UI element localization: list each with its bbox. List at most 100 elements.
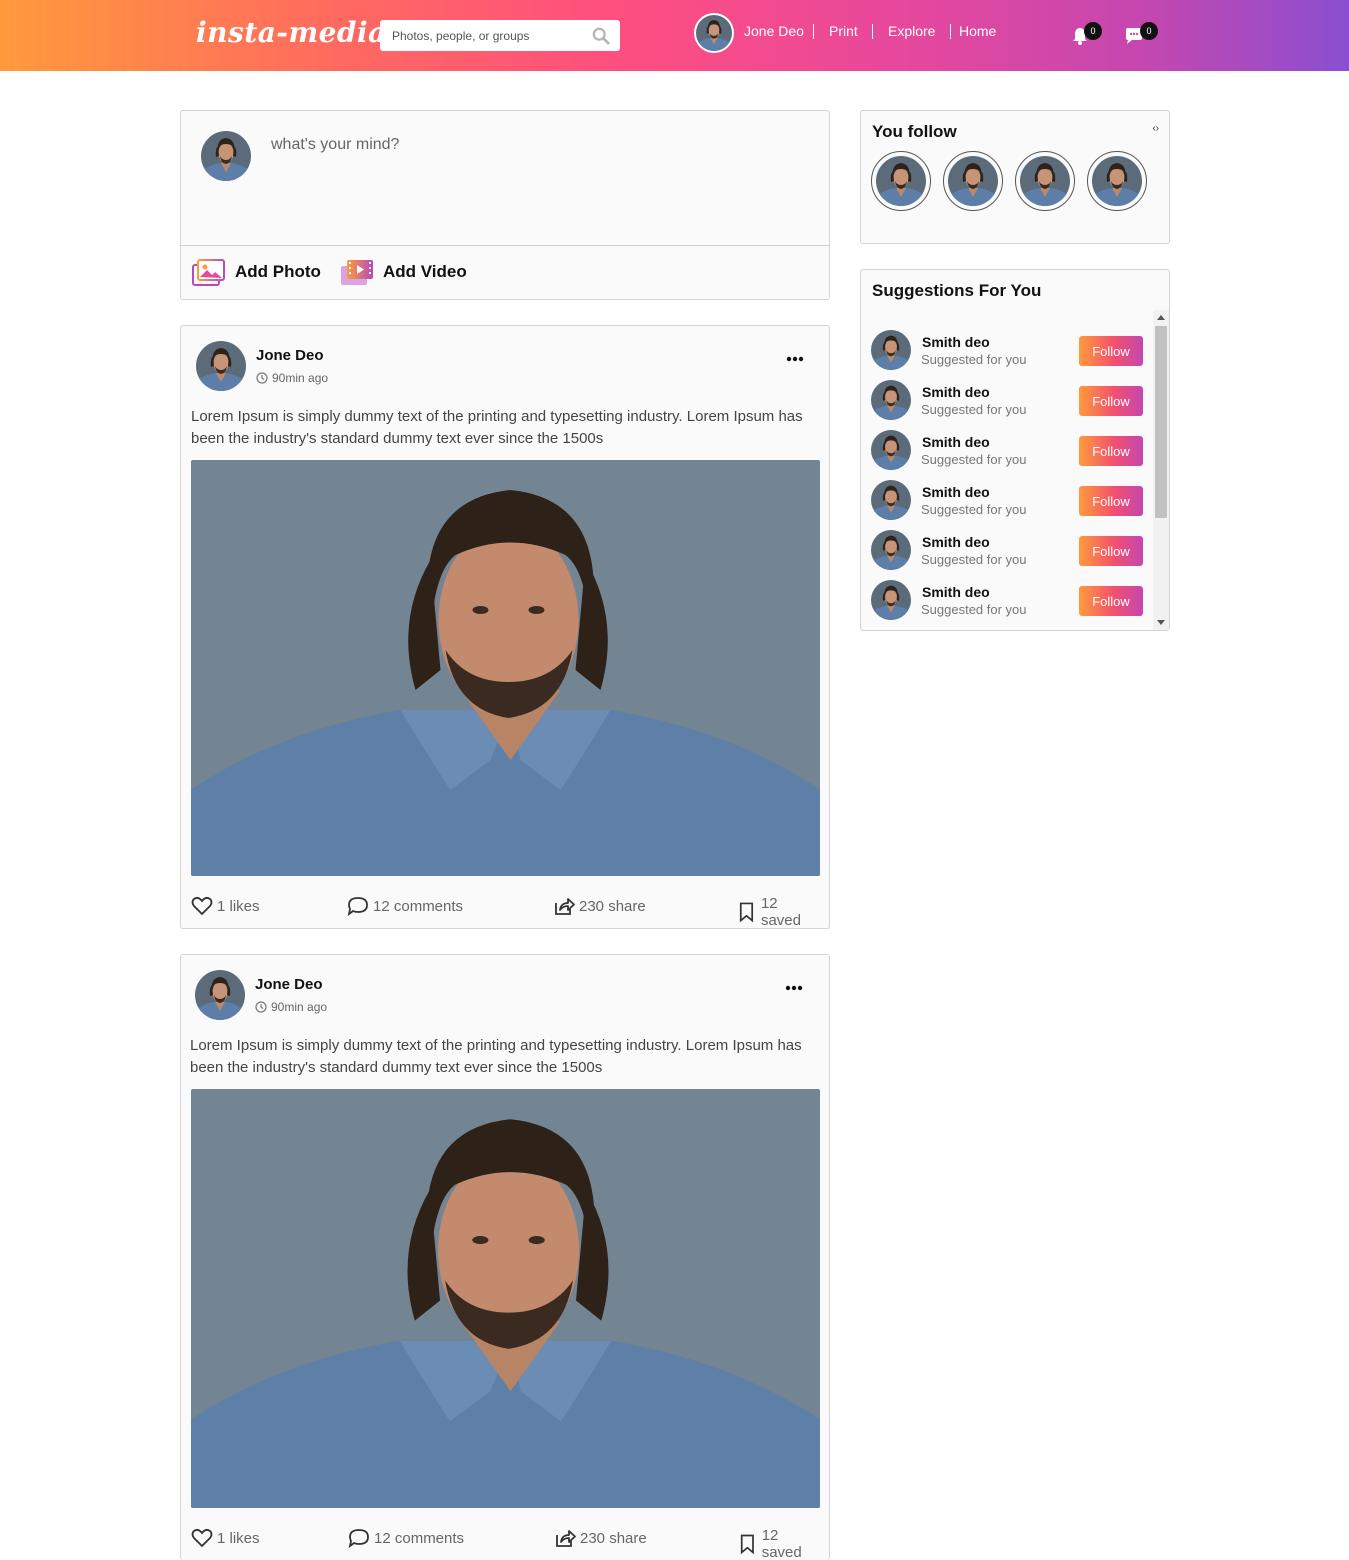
suggestion-avatar[interactable] (871, 480, 911, 520)
heart-icon (191, 1528, 213, 1548)
scrollbar-thumb[interactable] (1155, 326, 1167, 518)
post-time: 90min ago (256, 371, 328, 385)
avatar-image (871, 480, 911, 520)
suggestions-scrollbar[interactable] (1153, 310, 1169, 630)
search-box (380, 20, 620, 51)
avatar-image (871, 330, 911, 370)
save-button[interactable]: 12 saved (737, 1527, 819, 1560)
user-avatar[interactable] (694, 13, 734, 53)
comments-count: 12 comments (374, 1529, 465, 1547)
post-actions: 1 likes 12 comments 230 share 12 saved (191, 1527, 819, 1560)
like-button[interactable]: 1 likes (191, 895, 260, 917)
suggestion-avatar[interactable] (871, 330, 911, 370)
likes-count: 1 likes (217, 1529, 260, 1547)
suggestion-name[interactable]: Smith deo (922, 534, 990, 550)
post-author-avatar[interactable] (196, 341, 246, 391)
post-time-text: 90min ago (271, 1000, 328, 1014)
composer-input[interactable] (271, 136, 801, 226)
video-icon (341, 260, 373, 285)
search-icon[interactable] (592, 27, 610, 45)
comment-button[interactable]: 12 comments (347, 895, 463, 917)
shares-count: 230 share (579, 897, 646, 915)
avatar-image (871, 530, 911, 570)
suggestion-item: Smith deo Suggested for you Follow (871, 470, 1151, 520)
scroll-down-arrow-icon[interactable] (1157, 620, 1165, 625)
add-video-button[interactable]: Add Video (339, 256, 467, 288)
add-video-label: Add Video (383, 262, 467, 281)
share-icon (555, 898, 575, 915)
avatar-image (1020, 156, 1070, 206)
add-photo-button[interactable]: Add Photo (191, 256, 321, 288)
bookmark-icon (739, 902, 754, 923)
feed-post: Jone Deo 90min ago Lorem Ipsum is simply… (180, 325, 830, 929)
scroll-up-arrow-icon[interactable] (1157, 315, 1165, 320)
avatar-image (195, 970, 245, 1020)
suggestion-avatar[interactable] (871, 530, 911, 570)
followed-avatar[interactable] (1015, 151, 1075, 211)
suggestions-card: Suggestions For You Smith deo Suggested … (860, 269, 1170, 631)
follow-button[interactable]: Follow (1079, 436, 1143, 466)
avatar-image (1092, 156, 1142, 206)
suggestion-avatar[interactable] (871, 430, 911, 470)
avatar-image (871, 380, 911, 420)
follow-button[interactable]: Follow (1079, 486, 1143, 516)
likes-count: 1 likes (217, 897, 260, 915)
suggestion-item: Smith deo Suggested for you Follow (871, 520, 1151, 570)
nav-link-home[interactable]: Home (959, 23, 996, 39)
suggestion-name[interactable]: Smith deo (922, 334, 990, 350)
suggestion-subtitle: Suggested for you (921, 552, 1027, 567)
nav-user-name[interactable]: Jone Deo (744, 23, 804, 39)
feed-post: Jone Deo 90min ago Lorem Ipsum is simply… (180, 954, 830, 1560)
avatar-image (696, 15, 732, 51)
composer-avatar (201, 131, 251, 181)
suggestion-subtitle: Suggested for you (921, 352, 1027, 367)
saved-count: 12 saved (761, 1527, 802, 1560)
avatar-image (948, 156, 998, 206)
nav-link-print[interactable]: Print (829, 23, 858, 39)
suggestion-subtitle: Suggested for you (921, 452, 1027, 467)
nav-separator (950, 24, 951, 39)
suggestion-avatar[interactable] (871, 380, 911, 420)
post-author-name[interactable]: Jone Deo (256, 347, 324, 364)
more-options-icon[interactable] (785, 351, 805, 367)
followed-avatar[interactable] (1087, 151, 1147, 211)
post-image[interactable] (191, 460, 820, 876)
brand-logo[interactable]: insta-media (196, 16, 387, 49)
followed-avatar[interactable] (943, 151, 1003, 211)
follow-button[interactable]: Follow (1079, 586, 1143, 616)
suggestion-name[interactable]: Smith deo (922, 384, 990, 400)
more-options-icon[interactable] (784, 980, 804, 996)
add-photo-label: Add Photo (235, 262, 321, 281)
clock-icon (255, 1001, 267, 1013)
post-author-avatar[interactable] (195, 970, 245, 1020)
followed-avatar[interactable] (871, 151, 931, 211)
avatar-image (871, 580, 911, 620)
follow-button[interactable]: Follow (1079, 536, 1143, 566)
suggestion-avatar[interactable] (871, 580, 911, 620)
avatar-image (871, 430, 911, 470)
bookmark-icon (740, 1534, 754, 1555)
follow-button[interactable]: Follow (1079, 386, 1143, 416)
post-image[interactable] (191, 1089, 820, 1508)
share-button[interactable]: 230 share (554, 1527, 647, 1549)
suggestion-name[interactable]: Smith deo (922, 434, 990, 450)
notification-badge: 0 (1084, 22, 1102, 40)
save-button[interactable]: 12 saved (736, 895, 819, 929)
like-button[interactable]: 1 likes (191, 1527, 260, 1549)
search-input[interactable] (380, 20, 580, 51)
follow-button[interactable]: Follow (1079, 336, 1143, 366)
post-author-name[interactable]: Jone Deo (255, 976, 323, 993)
suggestion-name[interactable]: Smith deo (922, 484, 990, 500)
suggestion-item: Smith deo Suggested for you Follow (871, 320, 1151, 370)
carousel-arrows[interactable]: ‹› (1152, 123, 1159, 134)
suggestion-name[interactable]: Smith deo (922, 584, 990, 600)
comment-button[interactable]: 12 comments (348, 1527, 464, 1549)
share-button[interactable]: 230 share (553, 895, 646, 917)
nav-link-explore[interactable]: Explore (888, 23, 935, 39)
heart-icon (191, 896, 213, 916)
avatar-image (876, 156, 926, 206)
clock-icon (256, 372, 268, 384)
share-icon (556, 1530, 576, 1547)
avatar-image (201, 131, 251, 181)
suggestion-item: Smith deo Suggested for you Follow (871, 370, 1151, 420)
